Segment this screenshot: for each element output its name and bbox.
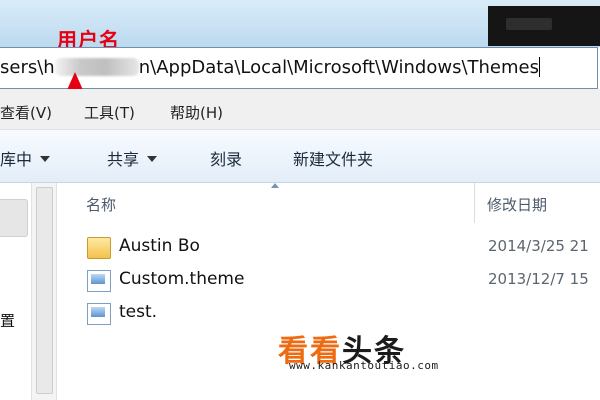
- share-button[interactable]: 共享: [107, 146, 158, 170]
- burn-button[interactable]: 刻录: [210, 146, 242, 170]
- menu-tools[interactable]: 工具(T): [84, 102, 135, 123]
- text-cursor: [539, 57, 540, 77]
- navigation-pane: 置: [0, 183, 57, 400]
- menu-view[interactable]: 查看(V): [0, 102, 52, 123]
- theme-file-icon: [87, 270, 111, 292]
- address-username-start: h: [43, 57, 55, 78]
- column-divider[interactable]: [474, 183, 475, 223]
- nav-item-label[interactable]: 置: [0, 310, 15, 331]
- file-date: 2013/12/7 15: [488, 270, 589, 288]
- new-folder-button[interactable]: 新建文件夹: [293, 146, 373, 170]
- nav-scrollbar[interactable]: [31, 183, 57, 400]
- sort-up-icon: [271, 183, 279, 188]
- chevron-down-icon: [40, 156, 51, 162]
- command-toolbar: 库中 共享 刻录 新建文件夹: [0, 130, 600, 183]
- file-name: Austin Bo: [119, 236, 200, 256]
- menu-help[interactable]: 帮助(H): [170, 102, 223, 123]
- address-bar[interactable]: sers\h n\AppData\Local\Microsoft\Windows\…: [0, 47, 598, 89]
- file-row[interactable]: Austin Bo 2014/3/25 21: [87, 234, 600, 262]
- watermark-url: www.kankantoutiao.com: [289, 359, 439, 372]
- file-row[interactable]: Custom.theme 2013/12/7 15: [87, 267, 600, 295]
- file-date: 2014/3/25 21: [488, 237, 589, 255]
- background-window-tile: [488, 6, 600, 46]
- include-in-library-label: 库中: [0, 150, 33, 169]
- file-name: Custom.theme: [119, 269, 245, 289]
- scrollbar-thumb[interactable]: [36, 187, 53, 394]
- file-name: test.: [119, 302, 158, 322]
- address-suffix: \AppData\Local\Microsoft\Windows\Themes: [150, 57, 539, 78]
- column-header-name[interactable]: 名称: [86, 194, 116, 232]
- theme-file-icon: [87, 303, 111, 325]
- share-label: 共享: [107, 150, 140, 169]
- folder-icon: [87, 237, 111, 259]
- address-prefix: sers\: [0, 57, 44, 78]
- column-header-date[interactable]: 修改日期: [487, 194, 547, 232]
- include-in-library-button[interactable]: 库中: [0, 146, 51, 170]
- menu-bar: 查看(V) 工具(T) 帮助(H): [0, 89, 600, 130]
- address-username-end: n: [138, 57, 151, 78]
- nav-selected-item[interactable]: [0, 199, 28, 237]
- chevron-down-icon: [147, 156, 158, 162]
